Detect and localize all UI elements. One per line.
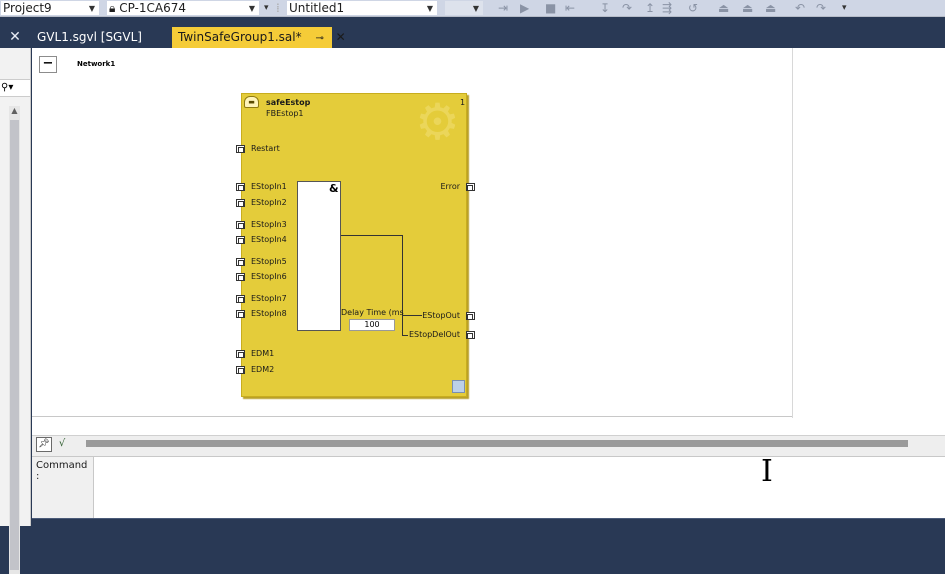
run-to-cursor-icon[interactable]: ⇶ <box>662 1 672 15</box>
command-label: Command : <box>32 457 94 518</box>
download-icon[interactable]: ⏏ <box>718 1 729 15</box>
block-type-name: safeEstop <box>266 98 311 107</box>
editor-bottom-space <box>32 418 945 435</box>
config-combo[interactable]: Untitled1 ▼ <box>286 0 438 16</box>
target-combo[interactable]: 🔒︎ CP-1CA674 ▼ <box>106 0 260 16</box>
input-pin-estopin7[interactable] <box>236 295 245 303</box>
tab-label: GVL1.sgvl [SGVL] <box>37 30 142 44</box>
tab-label: TwinSafeGroup1.sal* <box>178 30 302 44</box>
network-collapse-button[interactable]: − <box>39 56 57 73</box>
input-pin-edm1[interactable] <box>236 350 245 358</box>
input-label: EStopIn3 <box>251 220 287 229</box>
input-pin-estopin3[interactable] <box>236 221 245 229</box>
input-label: EStopIn2 <box>251 198 287 207</box>
text-cursor-icon: I <box>761 454 773 489</box>
editor-margin <box>792 48 945 418</box>
gear-icon: ⚙ <box>415 93 460 151</box>
stop-icon[interactable]: ■ <box>545 1 556 15</box>
output-pin-estopdelout[interactable] <box>466 331 475 339</box>
horizontal-scrollbar[interactable] <box>86 440 908 447</box>
tab-gvl1[interactable]: GVL1.sgvl [SGVL] <box>31 27 169 48</box>
step-out-icon[interactable]: ↥ <box>645 1 655 15</box>
and-gate-block[interactable] <box>297 181 341 331</box>
input-label: EStopIn6 <box>251 272 287 281</box>
safety-block-icon: ▬ <box>244 96 259 108</box>
target-combo-value: CP-1CA674 <box>119 1 187 15</box>
block-instance-name: FBEstop1 <box>266 109 304 118</box>
search-icon: ⚲▾ <box>1 82 14 93</box>
output-label: EStopDelOut <box>408 330 460 339</box>
wire-and-to-delay <box>341 235 403 236</box>
editor-divider <box>32 416 792 417</box>
vertical-scrollbar[interactable]: ▲ <box>9 106 20 574</box>
status-bar <box>32 518 945 526</box>
check-icon: √ <box>58 438 66 449</box>
config-combo-value: Untitled1 <box>289 1 345 15</box>
input-label: Restart <box>251 144 280 153</box>
output-label: Error <box>440 182 461 191</box>
close-tab-icon[interactable]: ✕ <box>336 30 346 44</box>
scrollbar-thumb[interactable] <box>10 120 19 570</box>
block-resize-icon[interactable] <box>452 380 465 393</box>
input-pin-estopin6[interactable] <box>236 273 245 281</box>
chevron-down-icon: ▼ <box>426 4 433 13</box>
upload-icon[interactable]: ⏏ <box>742 1 753 15</box>
output-pin-estopout[interactable] <box>466 312 475 320</box>
pin-icon: 📌︎ <box>38 439 50 449</box>
network-title: Network1 <box>77 60 116 68</box>
step-over-icon[interactable]: ↷ <box>622 1 632 15</box>
pin-window-button[interactable]: 📌︎ <box>36 437 52 452</box>
output-label: EStopOut <box>422 311 460 320</box>
disabled-combo[interactable]: ▼ <box>444 0 484 16</box>
input-label: EDM2 <box>251 365 275 374</box>
block-number: 1 <box>460 98 466 107</box>
step-into-icon[interactable]: ↧ <box>600 1 610 15</box>
input-label: EDM1 <box>251 349 275 358</box>
delay-time-label: Delay Time (ms <box>341 308 404 317</box>
input-pin-estopin1[interactable] <box>236 183 245 191</box>
output-pin-error[interactable] <box>466 183 475 191</box>
overflow-icon[interactable]: ▾ <box>264 1 269 15</box>
chevron-down-icon: ▼ <box>88 4 95 13</box>
input-label: EStopIn5 <box>251 257 287 266</box>
main-toolbar: Project9 ▼ 🔒︎ CP-1CA674 ▼ ▾ ⁞ Untitled1 … <box>0 0 945 17</box>
search-box[interactable]: ⚲▾ <box>0 79 30 97</box>
input-pin-estopin4[interactable] <box>236 236 245 244</box>
wire-vertical <box>402 235 403 336</box>
input-label: EStopIn4 <box>251 235 287 244</box>
project-combo[interactable]: Project9 ▼ <box>0 0 100 16</box>
input-pin-edm2[interactable] <box>236 366 245 374</box>
verify-icon[interactable]: ⏏ <box>765 1 776 15</box>
logout-icon[interactable]: ⇤ <box>565 1 575 15</box>
chevron-down-icon: ▼ <box>472 4 479 13</box>
scroll-up-icon[interactable]: ▲ <box>9 106 20 118</box>
input-label: EStopIn7 <box>251 294 287 303</box>
chevron-down-icon: ▼ <box>248 4 255 13</box>
input-pin-estopin2[interactable] <box>236 199 245 207</box>
grip-icon: ⁞ <box>276 1 280 15</box>
reset-icon[interactable]: ↺ <box>688 1 698 15</box>
input-label: EStopIn8 <box>251 309 287 318</box>
delay-time-value[interactable]: 100 <box>349 319 395 331</box>
and-symbol: & <box>329 182 339 195</box>
login-icon[interactable]: ⇥ <box>498 1 508 15</box>
input-pin-restart[interactable] <box>236 145 245 153</box>
close-icon[interactable]: ✕ <box>0 27 30 48</box>
redo-icon[interactable]: ↷ <box>816 1 826 15</box>
tab-twinsafegroup1[interactable]: TwinSafeGroup1.sal* ⊸ ✕ <box>172 27 346 48</box>
lock-icon: 🔒︎ <box>109 1 120 15</box>
input-label: EStopIn1 <box>251 182 287 191</box>
project-combo-value: Project9 <box>3 1 52 15</box>
input-pin-estopin5[interactable] <box>236 258 245 266</box>
start-icon[interactable]: ▶ <box>520 1 529 15</box>
pin-icon[interactable]: ⊸ <box>315 33 323 44</box>
undo-icon[interactable]: ↶ <box>795 1 805 15</box>
solution-explorer-panel: ⚲▾ ▲ <box>0 48 31 574</box>
command-input[interactable] <box>32 456 945 518</box>
overflow-icon[interactable]: ▾ <box>842 1 847 15</box>
input-pin-estopin8[interactable] <box>236 310 245 318</box>
auto-hide-button[interactable]: √ <box>54 437 70 452</box>
